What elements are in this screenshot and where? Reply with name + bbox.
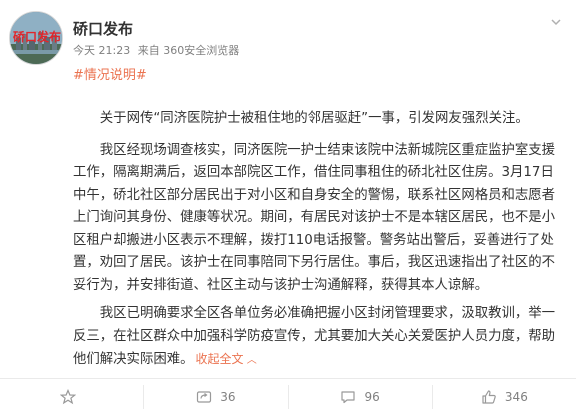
post-paragraph: 我区经现场调查核实，同济医院一护士结束该院中法新城院区重症监护室支援工作，隔离期… [73, 142, 556, 293]
repost-count: 36 [220, 389, 236, 404]
post-paragraph-text: 我区已明确要求全区各单位务必准确把握小区封闭管理要求，汲取教训，举一反三，在社区… [73, 306, 556, 367]
like-button[interactable]: 346 [431, 384, 576, 409]
post-paragraph: 我区已明确要求全区各单位务必准确把握小区封闭管理要求，汲取教训，举一反三，在社区… [73, 303, 563, 373]
post-paragraph: 关于网传“同济医院护士被租住地的邻居驱赶”一事，引发网友强烈关注。 [99, 111, 529, 126]
chevron-up-icon: ︿ [243, 355, 257, 366]
post-header: 硚口发布 硚口发布 今天 21:23 来自 360安全浏览器 #情况说明# [0, 0, 576, 100]
thumbs-up-icon [482, 389, 496, 404]
topic-tag[interactable]: #情况说明# [73, 64, 147, 83]
like-count: 346 [504, 389, 528, 404]
repost-icon [197, 390, 212, 403]
collapse-label: 收起全文 [195, 352, 244, 366]
collapse-text-button[interactable]: 收起全文 ︿ [196, 352, 257, 366]
author-name[interactable]: 硚口发布 [73, 18, 133, 39]
avatar-label: 硚口发布 [12, 30, 61, 44]
star-icon [59, 388, 76, 404]
action-bar: 36 96 346 [0, 378, 576, 414]
chevron-down-icon[interactable] [550, 16, 562, 28]
post-content: 关于网传“同济医院护士被租住地的邻居驱赶”一事，引发网友强烈关注。 我区经现场调… [73, 108, 563, 379]
post-source: 来自 360安全浏览器 [137, 44, 240, 57]
post-meta: 今天 21:23 来自 360安全浏览器 [73, 42, 239, 58]
post-time[interactable]: 今天 21:23 [73, 44, 130, 57]
comment-button[interactable]: 96 [287, 384, 432, 409]
comment-count: 96 [364, 389, 380, 404]
avatar[interactable]: 硚口发布 [9, 11, 63, 65]
repost-button[interactable]: 36 [143, 384, 287, 409]
favorite-button[interactable] [0, 385, 143, 409]
comment-icon [341, 390, 356, 403]
